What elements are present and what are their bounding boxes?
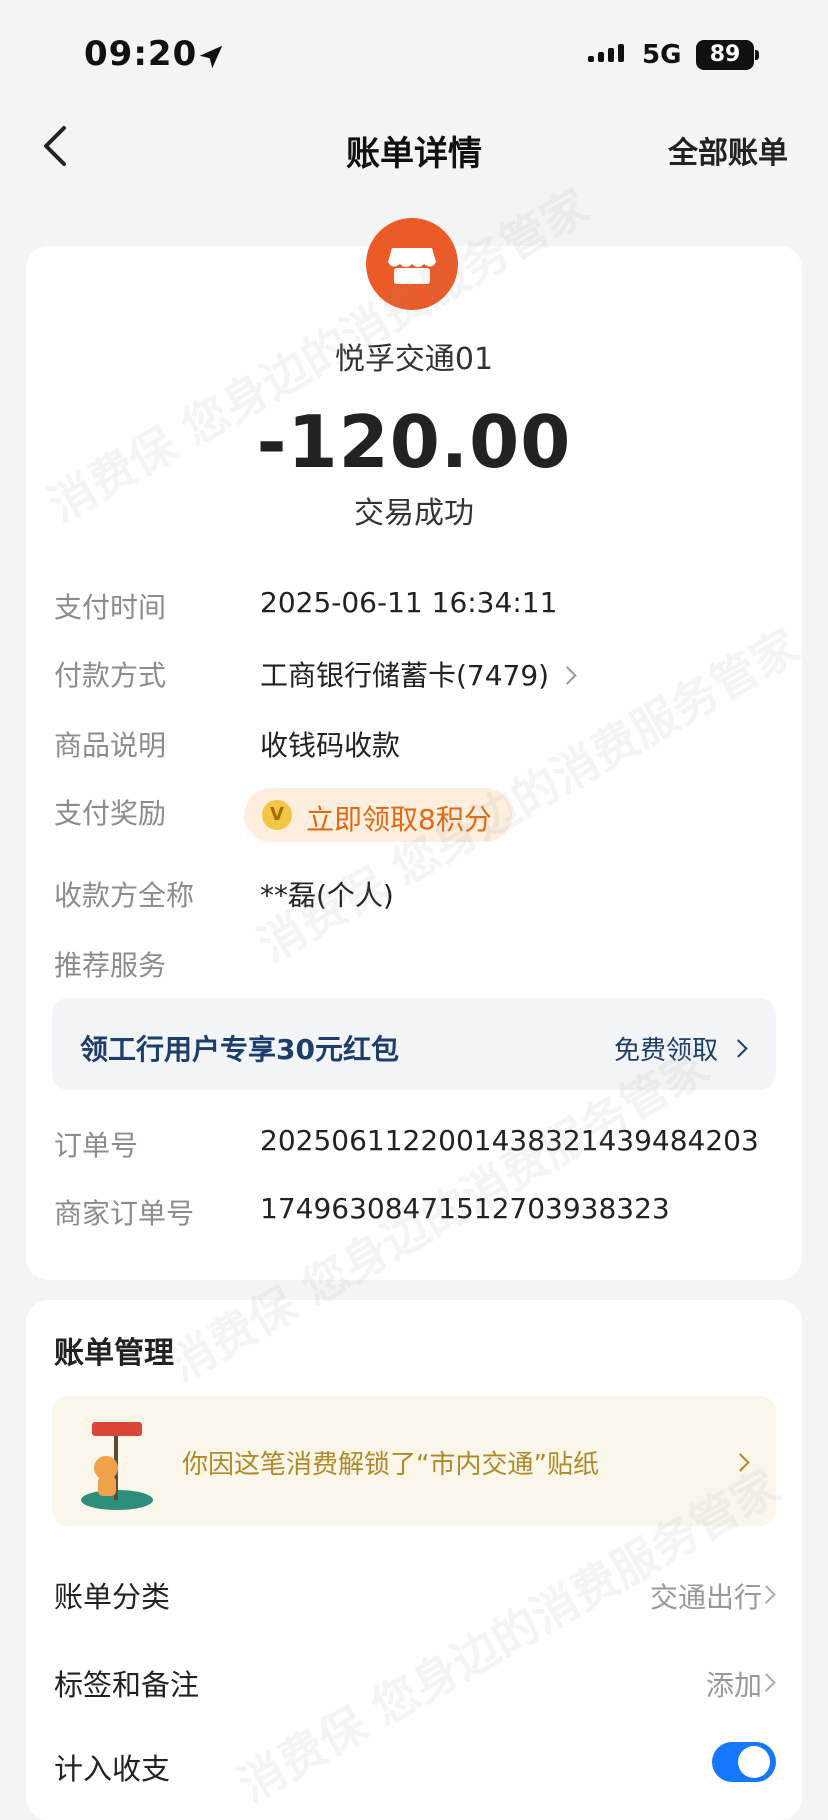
battery-cap xyxy=(755,50,759,60)
battery-icon: 89 xyxy=(696,40,754,70)
chevron-right-icon xyxy=(558,666,577,685)
promo-claim-link[interactable]: 免费领取 xyxy=(614,1030,718,1067)
category-label: 账单分类 xyxy=(54,1580,171,1614)
toggle-knob xyxy=(738,1746,770,1778)
pay-method-row[interactable]: 工商银行储蓄卡(7479) xyxy=(260,654,577,694)
pay-time-label: 支付时间 xyxy=(54,591,167,624)
claim-points-label: 立即领取8积分 xyxy=(306,803,492,836)
coin-icon: V xyxy=(262,800,292,830)
description-value: 收钱码收款 xyxy=(260,729,401,762)
pay-method-value: 工商银行储蓄卡(7479) xyxy=(260,659,550,692)
merchant-name: 悦孚交通01 xyxy=(334,342,494,377)
recommend-label: 推荐服务 xyxy=(54,949,167,982)
tags-value[interactable]: 添加 xyxy=(706,1664,762,1704)
tags-label: 标签和备注 xyxy=(54,1668,200,1702)
promo-text: 领工行用户专享30元红包 xyxy=(80,1033,399,1066)
category-value[interactable]: 交通出行 xyxy=(650,1576,762,1616)
transaction-amount: -120.00 xyxy=(256,400,572,484)
reward-label: 支付奖励 xyxy=(54,797,167,830)
network-type: 5G xyxy=(642,40,682,70)
transaction-status: 交易成功 xyxy=(354,496,474,531)
order-no-value: 2025061122001438321439484203 xyxy=(260,1124,759,1157)
payee-value: **磊(个人) xyxy=(260,879,394,912)
store-icon xyxy=(388,248,436,284)
bill-management-title: 账单管理 xyxy=(54,1336,174,1371)
description-label: 商品说明 xyxy=(54,729,167,762)
signal-icon xyxy=(588,44,624,62)
order-no-label: 订单号 xyxy=(54,1129,139,1162)
status-time: 09:20 xyxy=(84,34,198,74)
sticker-text: 你因这笔消费解锁了“市内交通”贴纸 xyxy=(182,1450,599,1480)
pay-time-value: 2025-06-11 16:34:11 xyxy=(260,586,558,619)
pay-method-label: 付款方式 xyxy=(54,659,167,692)
location-arrow-icon xyxy=(199,45,223,69)
merchant-order-label: 商家订单号 xyxy=(54,1197,195,1230)
merchant-order-value: 17496308471512703938323 xyxy=(260,1192,670,1225)
include-label: 计入收支 xyxy=(54,1752,171,1786)
merchant-avatar xyxy=(366,218,458,310)
transit-sticker-icon xyxy=(81,1422,153,1510)
all-bills-link[interactable]: 全部账单 xyxy=(668,128,788,172)
payee-label: 收款方全称 xyxy=(54,879,195,912)
bill-management-card xyxy=(26,1300,802,1820)
